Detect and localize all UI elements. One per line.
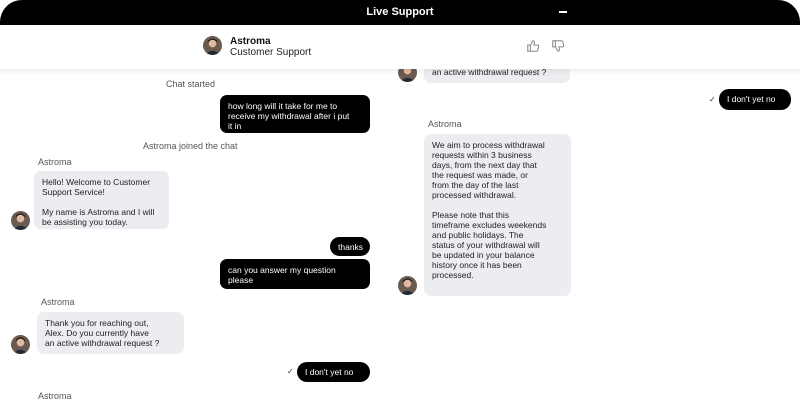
thumbs-up-icon[interactable] xyxy=(526,39,540,53)
agent-avatar xyxy=(203,36,222,55)
user-message: how long will it take for me to receive … xyxy=(220,95,370,133)
user-message: I don't yet no xyxy=(719,89,791,110)
system-message: Astroma joined the chat xyxy=(143,141,238,151)
read-check-icon: ✓ xyxy=(709,95,716,104)
sender-name: Astroma xyxy=(38,391,72,400)
title-bar: Live Support xyxy=(0,0,800,25)
window-title: Live Support xyxy=(366,6,434,18)
sender-name: Astroma xyxy=(41,297,75,307)
sender-name: Astroma xyxy=(428,119,462,129)
user-message: thanks xyxy=(330,237,370,256)
agent-message: Hello! Welcome to Customer Support Servi… xyxy=(34,171,169,229)
agent-name: Astroma xyxy=(230,36,271,47)
agent-avatar xyxy=(11,335,30,354)
chat-header: Astroma Customer Support xyxy=(0,25,800,75)
agent-role: Customer Support xyxy=(230,47,312,58)
thumbs-down-icon[interactable] xyxy=(551,39,565,53)
agent-message: Thank you for reaching out, Alex. Do you… xyxy=(37,312,184,354)
user-message: can you answer my question please xyxy=(220,259,370,289)
user-message: I don't yet no xyxy=(297,362,370,382)
agent-avatar xyxy=(11,211,30,230)
read-check-icon: ✓ xyxy=(287,367,294,376)
chat-window: Live Support Astroma Customer Support Ch… xyxy=(0,0,800,400)
system-message: Chat started xyxy=(166,79,216,89)
agent-avatar xyxy=(398,276,417,295)
agent-message: We aim to process withdrawal requests wi… xyxy=(424,134,571,296)
sender-name: Astroma xyxy=(38,157,72,167)
minimize-icon[interactable] xyxy=(559,11,567,13)
